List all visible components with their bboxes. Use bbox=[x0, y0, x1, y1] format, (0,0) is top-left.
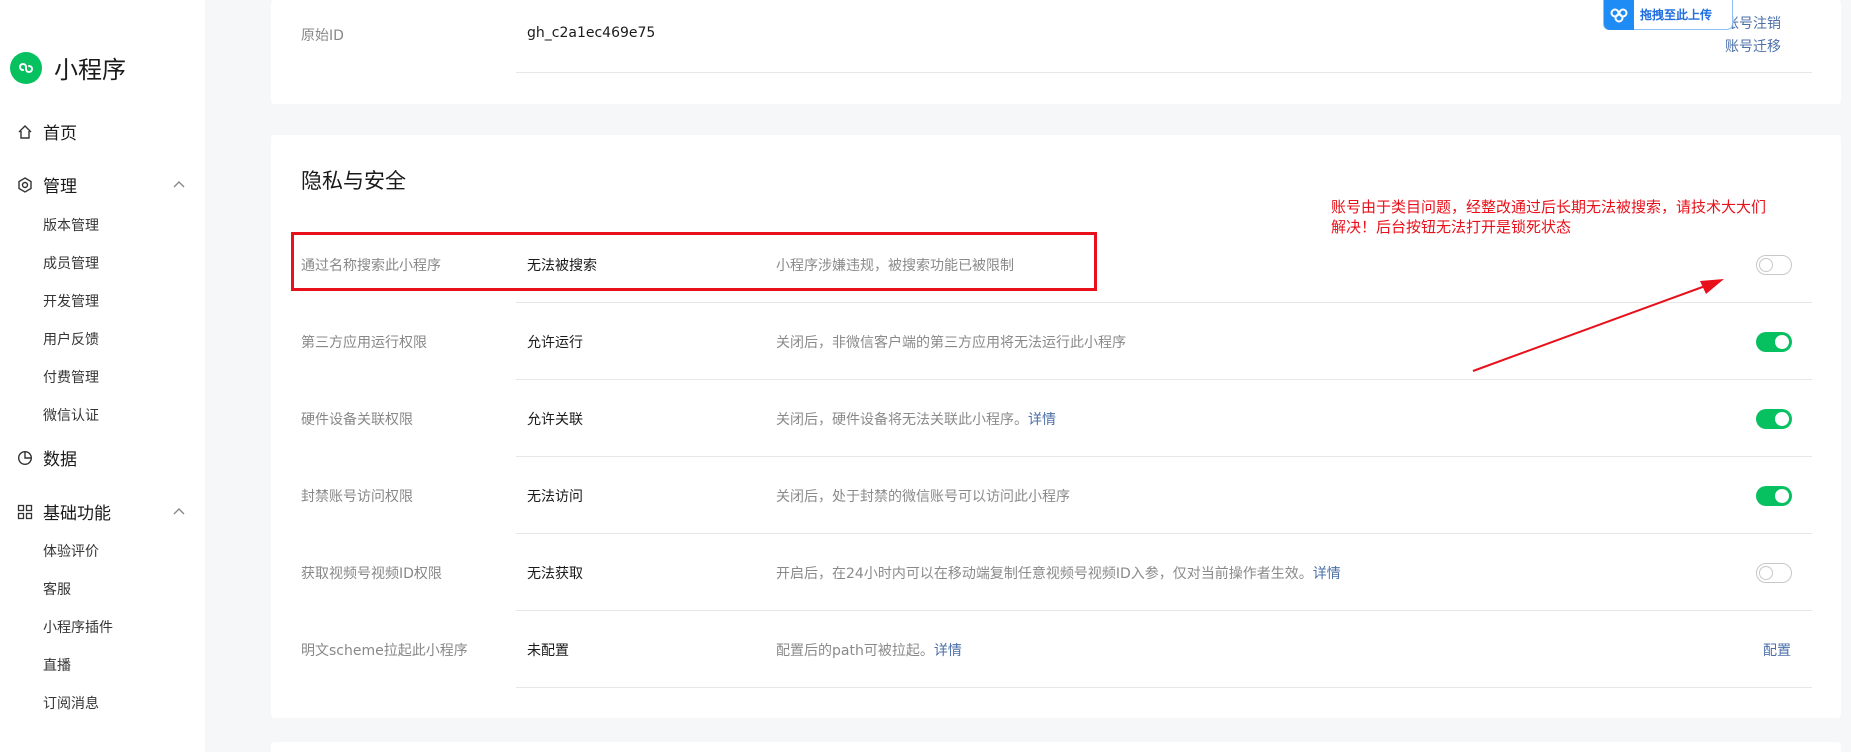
divider bbox=[516, 302, 1812, 303]
drag-upload-label: 拖拽至此上传 bbox=[1640, 8, 1713, 22]
divider bbox=[516, 379, 1812, 380]
divider bbox=[516, 72, 1812, 73]
hardware-toggle[interactable] bbox=[1756, 409, 1792, 429]
highlight-box bbox=[291, 232, 1097, 291]
nav-member-manage[interactable]: 成员管理 bbox=[43, 253, 99, 273]
nav-manage-label: 管理 bbox=[43, 177, 77, 197]
account-migrate-link[interactable]: 账号迁移 bbox=[1725, 36, 1781, 59]
row-desc: 开启后，在24小时内可以在移动端复制任意视频号视频ID入参，仅对当前操作者生效。… bbox=[776, 566, 1341, 582]
row-label: 硬件设备关联权限 bbox=[301, 412, 413, 428]
nav-user-feedback[interactable]: 用户反馈 bbox=[43, 329, 99, 349]
section-title: 隐私与安全 bbox=[301, 169, 406, 193]
row-label: 第三方应用运行权限 bbox=[301, 335, 427, 351]
divider bbox=[516, 687, 1812, 688]
grid-icon bbox=[16, 503, 34, 521]
configure-link[interactable]: 配置 bbox=[1763, 640, 1791, 660]
row-desc: 关闭后，处于封禁的微信账号可以访问此小程序 bbox=[776, 489, 1070, 505]
app-logo[interactable]: 小程序 bbox=[10, 50, 126, 85]
home-icon bbox=[16, 123, 34, 141]
nav-plugins[interactable]: 小程序插件 bbox=[43, 617, 113, 637]
row-value: 无法获取 bbox=[527, 566, 583, 582]
row-label: 获取视频号视频ID权限 bbox=[301, 566, 442, 582]
nav-home-label: 首页 bbox=[43, 124, 77, 144]
divider bbox=[516, 533, 1812, 534]
nav-live[interactable]: 直播 bbox=[43, 655, 71, 675]
nav-payment-manage[interactable]: 付费管理 bbox=[43, 367, 99, 387]
gear-icon bbox=[16, 176, 34, 194]
nav-experience-rating[interactable]: 体验评价 bbox=[43, 541, 99, 561]
cloud-upload-icon bbox=[1604, 0, 1634, 30]
nav-manage[interactable]: 管理 bbox=[16, 172, 186, 197]
row-label: 明文scheme拉起此小程序 bbox=[301, 643, 468, 659]
nav-wechat-verify[interactable]: 微信认证 bbox=[43, 405, 99, 425]
account-cancel-link[interactable]: 账号注销 bbox=[1725, 13, 1781, 36]
row-desc: 关闭后，硬件设备将无法关联此小程序。详情 bbox=[776, 412, 1056, 428]
row-value: 允许运行 bbox=[527, 335, 583, 351]
details-link[interactable]: 详情 bbox=[1028, 412, 1056, 428]
row-value: 无法访问 bbox=[527, 489, 583, 505]
original-id-value: gh_c2a1ec469e75 bbox=[527, 25, 656, 41]
banned-account-toggle[interactable] bbox=[1756, 486, 1792, 506]
miniprogram-logo-icon bbox=[10, 51, 42, 84]
row-desc: 关闭后，非微信客户端的第三方应用将无法运行此小程序 bbox=[776, 335, 1126, 351]
divider bbox=[516, 456, 1812, 457]
search-toggle[interactable] bbox=[1756, 255, 1792, 275]
nav-data[interactable]: 数据 bbox=[16, 445, 186, 470]
nav-basic-functions-label: 基础功能 bbox=[43, 504, 111, 524]
nav-customer-service[interactable]: 客服 bbox=[43, 579, 71, 599]
details-link[interactable]: 详情 bbox=[1313, 566, 1341, 582]
video-id-toggle[interactable] bbox=[1756, 563, 1792, 583]
pie-chart-icon bbox=[16, 449, 34, 467]
chevron-up-icon[interactable] bbox=[172, 174, 186, 194]
row-label: 封禁账号访问权限 bbox=[301, 489, 413, 505]
divider bbox=[516, 610, 1812, 611]
annotation-text: 账号由于类目问题，经整改通过后长期无法被搜索，请技术大大们解决！后台按钮无法打开… bbox=[1331, 198, 1767, 236]
row-desc: 配置后的path可被拉起。详情 bbox=[776, 643, 962, 659]
nav-data-label: 数据 bbox=[43, 450, 77, 470]
nav-basic-functions[interactable]: 基础功能 bbox=[16, 499, 186, 524]
drag-upload-button[interactable]: 拖拽至此上传 bbox=[1603, 0, 1733, 30]
row-value: 允许关联 bbox=[527, 412, 583, 428]
account-links: 账号注销 账号迁移 bbox=[1725, 13, 1781, 59]
sidebar: 小程序 首页 管理 版本管理 成员管理 开发管理 用户反馈 付费管理 微信认证 … bbox=[0, 0, 205, 752]
next-card bbox=[271, 742, 1841, 752]
app-title: 小程序 bbox=[54, 56, 126, 84]
chevron-up-icon[interactable] bbox=[172, 501, 186, 521]
nav-home[interactable]: 首页 bbox=[16, 119, 186, 144]
third-party-toggle[interactable] bbox=[1756, 332, 1792, 352]
original-id-label: 原始ID bbox=[301, 28, 344, 44]
nav-subscribe-msg[interactable]: 订阅消息 bbox=[43, 693, 99, 713]
row-value: 未配置 bbox=[527, 643, 569, 659]
nav-dev-manage[interactable]: 开发管理 bbox=[43, 291, 99, 311]
details-link[interactable]: 详情 bbox=[934, 643, 962, 659]
nav-version-manage[interactable]: 版本管理 bbox=[43, 215, 99, 235]
